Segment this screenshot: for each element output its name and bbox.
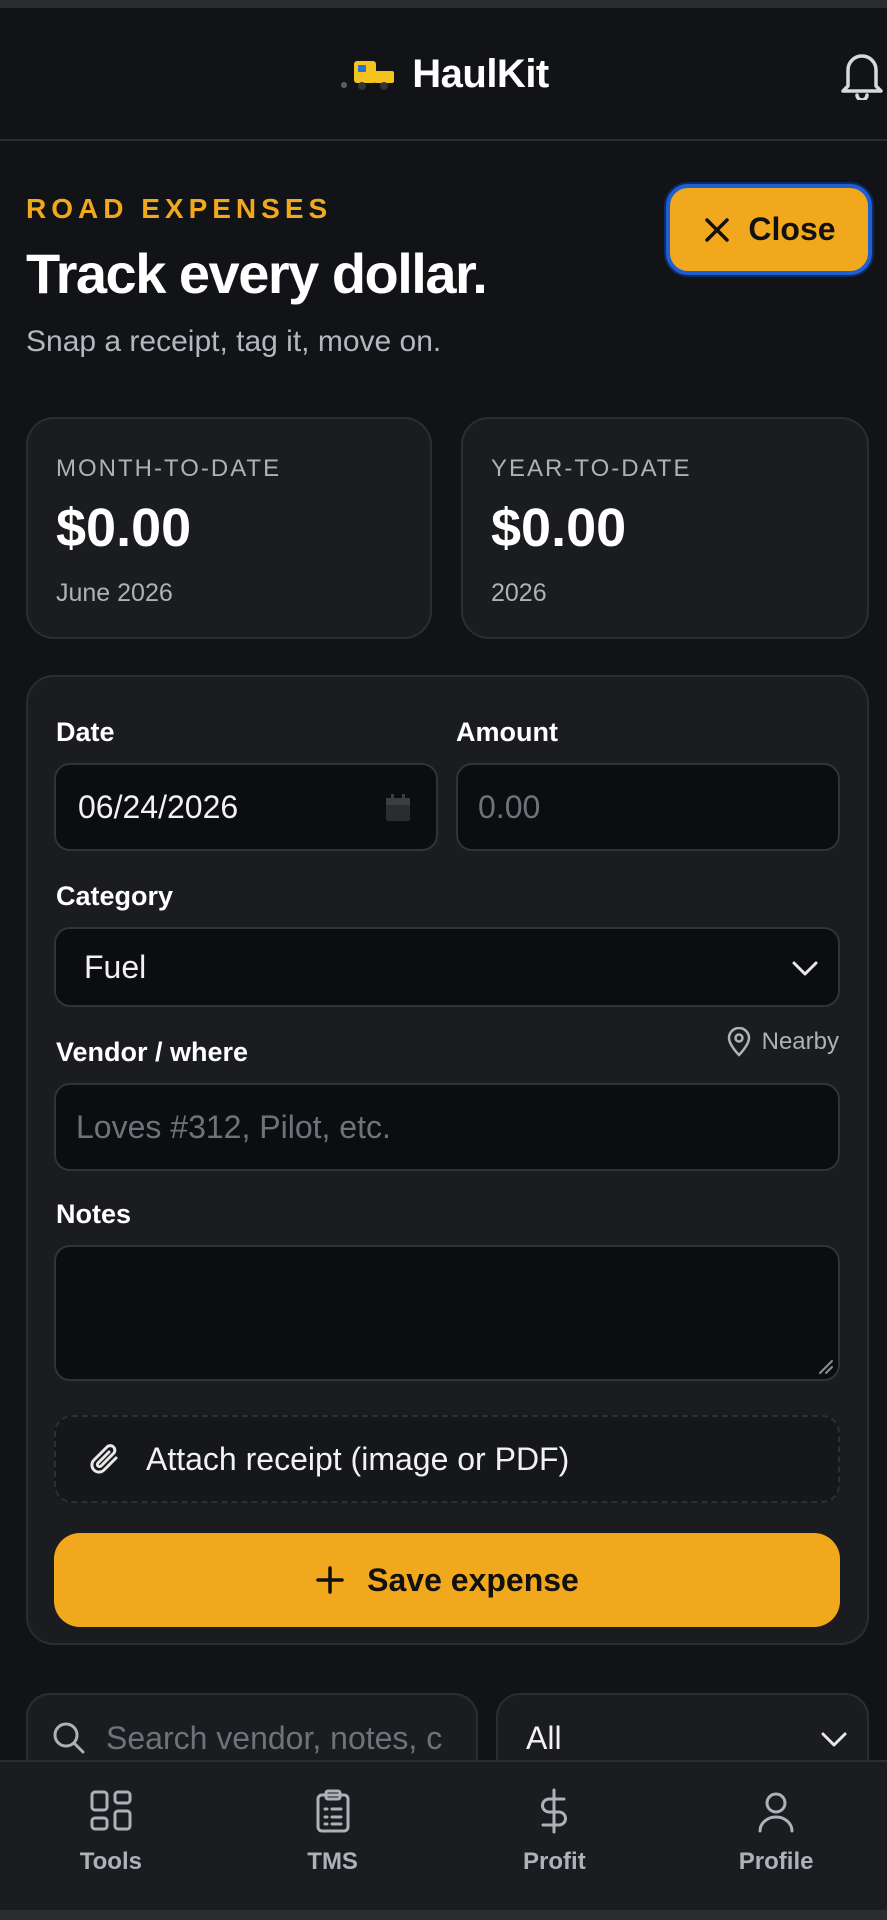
expense-form: Date 06/24/2026 Amount 0.00 Category Fue… [26,675,869,1645]
stat-period: 2026 [491,579,547,607]
year-to-date-card: YEAR-TO-DATE $0.00 2026 [461,417,869,639]
vendor-input[interactable]: Loves #312, Pilot, etc. [54,1083,840,1171]
notes-textarea[interactable] [54,1245,840,1381]
page-subtitle: Snap a receipt, tag it, move on. [26,325,442,358]
close-button[interactable]: Close [666,184,872,275]
close-icon [705,217,730,242]
nearby-label: Nearby [761,1028,839,1055]
page-title: Track every dollar. [26,242,488,305]
date-input[interactable]: 06/24/2026 [54,763,438,851]
vendor-label: Vendor / where [56,1037,249,1067]
tab-tms[interactable]: TMS [222,1762,444,1910]
location-pin-icon [727,1027,750,1057]
notes-label: Notes [56,1199,132,1229]
category-label: Category [56,881,174,911]
grid-icon [90,1790,132,1831]
attach-receipt-button[interactable]: Attach receipt (image or PDF) [54,1415,840,1503]
calendar-icon[interactable] [384,793,412,823]
stat-label: YEAR-TO-DATE [491,455,692,482]
user-icon [758,1792,794,1833]
month-to-date-card: MONTH-TO-DATE $0.00 June 2026 [26,417,432,639]
amount-input[interactable]: 0.00 [456,763,840,851]
save-expense-button[interactable]: Save expense [54,1533,840,1627]
brand[interactable]: HaulKit [0,52,887,97]
save-label: Save expense [367,1561,579,1598]
chevron-down-icon [821,1732,847,1747]
dollar-icon [541,1788,568,1834]
top-status-strip [0,0,887,8]
clipboard-icon [316,1789,350,1833]
category-filter-select[interactable]: All [496,1693,869,1760]
category-select[interactable]: Fuel [54,927,840,1007]
plus-icon [316,1566,344,1594]
amount-placeholder: 0.00 [478,788,541,825]
app-header: HaulKit [0,8,887,141]
search-icon [53,1722,85,1754]
attach-label: Attach receipt (image or PDF) [146,1440,570,1477]
paperclip-icon [90,1444,118,1474]
stat-period: June 2026 [56,579,173,607]
close-label: Close [748,211,836,247]
bottom-strip [0,1910,887,1920]
app-name: HaulKit [412,52,549,96]
tab-tools[interactable]: Tools [0,1762,222,1910]
date-value: 06/24/2026 [78,788,239,825]
bell-icon[interactable] [838,48,886,100]
tab-profit[interactable]: Profit [444,1762,666,1910]
search-placeholder: Search vendor, notes, c [106,1719,443,1756]
vendor-placeholder: Loves #312, Pilot, etc. [76,1108,391,1145]
section-eyebrow: ROAD EXPENSES [26,193,333,224]
bottom-tab-bar: Tools TMS Profit Profile [0,1760,887,1910]
stat-label: MONTH-TO-DATE [56,455,282,482]
truck-icon [341,60,395,90]
chevron-down-icon [792,961,818,976]
tab-label: Profile [738,1848,814,1875]
resize-handle-icon[interactable] [816,1357,834,1375]
category-value: Fuel [84,948,147,985]
tab-label: Tools [79,1848,142,1875]
nearby-button[interactable]: Nearby [726,1027,839,1057]
expenses-page: ROAD EXPENSES Track every dollar. Snap a… [0,141,887,1760]
date-label: Date [56,717,115,747]
search-input[interactable]: Search vendor, notes, c [26,1693,478,1760]
amount-label: Amount [456,717,558,747]
filter-value: All [526,1719,562,1756]
tab-profile[interactable]: Profile [665,1762,887,1910]
stat-value: $0.00 [491,498,627,558]
tab-label: Profit [523,1848,586,1875]
tab-label: TMS [307,1848,358,1875]
stat-value: $0.00 [56,498,192,558]
